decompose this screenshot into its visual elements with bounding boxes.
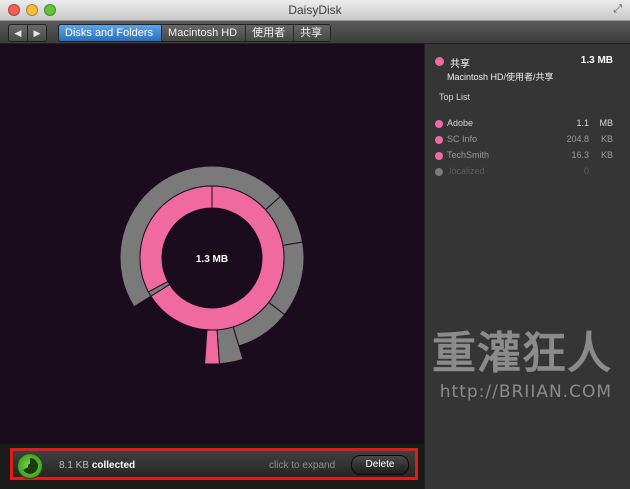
- item-size-unit: KB: [600, 134, 613, 144]
- toolbar: ◀ ▶ Disks and Folders Macintosh HD 使用者 共…: [0, 21, 630, 44]
- breadcrumb-disks-and-folders[interactable]: Disks and Folders: [59, 25, 162, 41]
- item-name: .localized: [447, 166, 485, 176]
- selected-folder-path: Macintosh HD/使用者/共享: [447, 72, 554, 82]
- navigation-buttons: ◀ ▶: [8, 24, 47, 42]
- window-title: DaisyDisk: [288, 3, 342, 17]
- item-color-dot: [435, 120, 443, 128]
- daisydisk-window: DaisyDisk ⤢ ◀ ▶ Disks and Folders Macint…: [0, 0, 630, 489]
- list-item[interactable]: TechSmith 16.3 KB: [435, 148, 625, 164]
- collected-status: 8.1 KB collected: [59, 460, 135, 471]
- selected-color-dot: [435, 57, 444, 66]
- top-list: Adobe 1.1 MB SC Info 204.8 KB TechSmith …: [435, 116, 625, 180]
- selected-folder-name: 共享: [450, 59, 470, 70]
- title-bar: DaisyDisk ⤢: [0, 0, 630, 21]
- breadcrumb-shared[interactable]: 共享: [293, 25, 331, 41]
- forward-button[interactable]: ▶: [27, 25, 46, 41]
- item-size-unit: MB: [599, 118, 614, 128]
- collected-value: 8.1 KB: [59, 460, 90, 471]
- item-size-value: 0: [583, 166, 589, 176]
- bottom-bar: 8.1 KB collected click to expand Delete: [0, 444, 424, 489]
- fullscreen-icon[interactable]: ⤢: [613, 3, 622, 16]
- list-item[interactable]: SC Info 204.8 KB: [435, 132, 625, 148]
- selected-folder-size: 1.3 MB: [580, 55, 613, 66]
- info-sidebar: 共享 1.3 MB Macintosh HD/使用者/共享 Top List A…: [424, 44, 630, 489]
- breadcrumb-macintosh-hd[interactable]: Macintosh HD: [161, 25, 246, 41]
- item-color-dot: [435, 168, 443, 176]
- delete-button[interactable]: Delete: [351, 455, 409, 475]
- radiation-icon[interactable]: [17, 453, 43, 479]
- item-name: SC Info: [447, 134, 478, 144]
- center-size-label: 1.3 MB: [196, 254, 228, 265]
- collected-label: collected: [91, 460, 136, 471]
- item-color-dot: [435, 152, 443, 160]
- item-size-value: 1.1: [576, 118, 589, 128]
- disk-sunburst-chart[interactable]: 1.3 MB: [0, 44, 424, 444]
- breadcrumb-users[interactable]: 使用者: [245, 25, 294, 41]
- disk-map-area: 1.3 MB: [0, 44, 424, 444]
- folder-segment[interactable]: [204, 329, 220, 365]
- selected-folder-row: 共享 1.3 MB: [435, 54, 625, 70]
- expand-hint[interactable]: click to expand: [269, 460, 335, 471]
- collector-panel[interactable]: 8.1 KB collected click to expand Delete: [10, 448, 418, 480]
- item-name: Adobe: [447, 118, 474, 128]
- item-size-value: 204.8: [566, 134, 589, 144]
- list-item[interactable]: .localized 0: [435, 164, 625, 180]
- list-item[interactable]: Adobe 1.1 MB: [435, 116, 625, 132]
- item-size-unit: KB: [600, 150, 613, 160]
- breadcrumb: Disks and Folders Macintosh HD 使用者 共享: [58, 24, 332, 42]
- item-size-value: 16.3: [571, 150, 589, 160]
- item-color-dot: [435, 136, 443, 144]
- item-name: TechSmith: [447, 150, 490, 160]
- back-button[interactable]: ◀: [9, 25, 27, 41]
- top-list-heading: Top List: [439, 92, 471, 102]
